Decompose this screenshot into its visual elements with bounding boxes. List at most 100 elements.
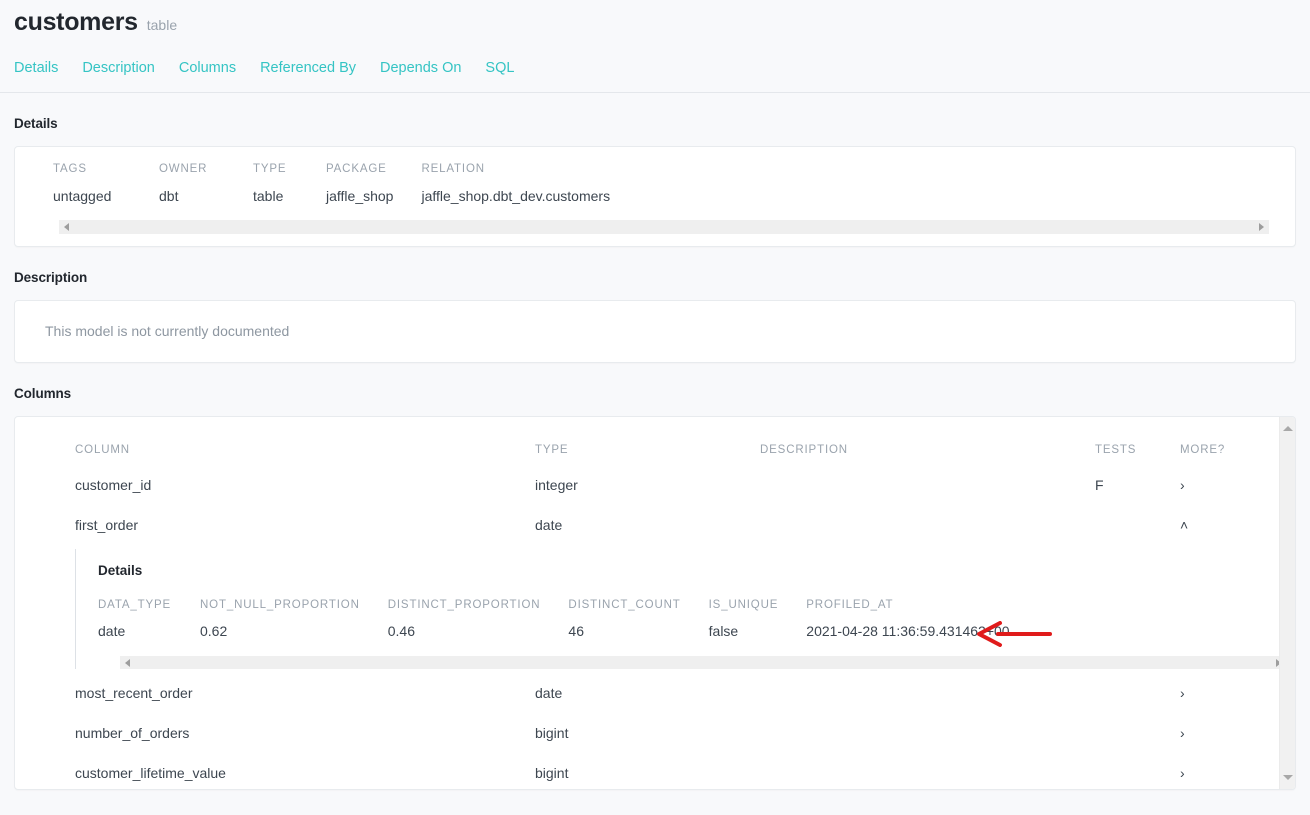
title-row: customers table (0, 10, 1310, 44)
profile-value-not-null-proportion: 0.62 (200, 623, 228, 639)
columns-table: COLUMN TYPE DESCRIPTION TESTS MORE? cust… (15, 417, 1279, 789)
profile-label-profiled-at: PROFILED_AT (806, 598, 894, 611)
page-header: customers table Details Description Colu… (0, 0, 1310, 93)
profile-field-distinct-proportion: DISTINCT_PROPORTION 0.46 (387, 598, 541, 639)
tab-referenced-by[interactable]: Referenced By (260, 61, 356, 76)
row-expand-chevron-right-icon-customer-lifetime-value[interactable]: › (1180, 753, 1279, 789)
detail-label-owner: OWNER (159, 163, 208, 175)
profile-label-is-unique: IS_UNIQUE (708, 598, 779, 611)
description-text: This model is not currently documented (45, 323, 290, 339)
scroll-right-arrow-icon[interactable] (1259, 222, 1264, 231)
row-tests-number-of-orders (1095, 713, 1180, 753)
detail-field-relation: RELATION jaffle_shop.dbt_dev.customers (421, 163, 611, 204)
detail-label-tags: TAGS (53, 163, 87, 175)
scroll-down-arrow-icon[interactable] (1282, 774, 1293, 780)
row-description-customer-lifetime-value (760, 753, 1095, 789)
detail-field-owner: OWNER dbt (159, 163, 225, 204)
details-fields: TAGS untagged OWNER dbt TYPE table PACKA… (15, 147, 1295, 204)
row-description-first-order (760, 505, 1095, 545)
column-header-description: DESCRIPTION (760, 443, 848, 456)
page-subtitle: table (146, 17, 178, 33)
row-name-first-order: first_order (75, 516, 139, 533)
detail-value-relation: jaffle_shop.dbt_dev.customers (421, 187, 611, 204)
table-row[interactable]: customer_id integer F › (15, 465, 1279, 505)
detail-field-package: PACKAGE jaffle_shop (326, 163, 394, 204)
row-type-most-recent-order: date (535, 685, 563, 701)
table-row[interactable]: customer_lifetime_value bigint › (15, 753, 1279, 789)
column-profile-panel: Details DATA_TYPE date NOT_NULL_PROPORTI… (75, 548, 1279, 669)
column-header-type: TYPE (535, 443, 569, 456)
tab-bar: Details Description Columns Referenced B… (0, 44, 1310, 80)
expanded-detail-row: Details DATA_TYPE date NOT_NULL_PROPORTI… (15, 545, 1279, 674)
row-type-customer-id: integer (535, 476, 578, 493)
profile-value-data-type: date (98, 623, 126, 639)
profile-value-distinct-proportion: 0.46 (387, 623, 415, 639)
profile-horizontal-scrollbar[interactable] (120, 655, 1279, 669)
row-type-customer-lifetime-value: bigint (535, 765, 569, 781)
detail-field-tags: TAGS untagged (53, 163, 131, 204)
detail-value-package: jaffle_shop (326, 187, 394, 204)
columns-vertical-scrollbar[interactable] (1279, 416, 1295, 789)
row-expand-chevron-right-icon-most-recent-order[interactable]: › (1180, 673, 1279, 713)
profile-label-not-null-proportion: NOT_NULL_PROPORTION (200, 598, 360, 611)
profile-label-distinct-count: DISTINCT_COUNT (568, 598, 681, 611)
table-row[interactable]: number_of_orders bigint › (15, 713, 1279, 753)
row-type-first-order: date (535, 516, 563, 533)
detail-label-package: PACKAGE (326, 163, 387, 175)
profile-field-distinct-count: DISTINCT_COUNT 46 (568, 598, 681, 639)
columns-card: COLUMN TYPE DESCRIPTION TESTS MORE? cust… (14, 415, 1296, 790)
table-row[interactable]: most_recent_order date › (15, 673, 1279, 713)
profile-value-is-unique: false (708, 623, 739, 639)
row-description-most-recent-order (760, 673, 1095, 713)
row-expand-chevron-right-icon-customer-id[interactable]: › (1180, 465, 1279, 505)
column-profile-title: Details (98, 562, 143, 578)
column-header-more: MORE? (1180, 443, 1226, 456)
tab-description[interactable]: Description (82, 61, 155, 76)
profile-field-not-null-proportion: NOT_NULL_PROPORTION 0.62 (200, 598, 360, 639)
profile-label-data-type: DATA_TYPE (98, 598, 172, 611)
profile-value-distinct-count: 46 (568, 623, 584, 639)
tab-depends-on[interactable]: Depends On (380, 61, 461, 76)
row-name-number-of-orders: number_of_orders (75, 725, 190, 741)
scroll-up-arrow-icon[interactable] (1282, 425, 1293, 431)
tab-sql[interactable]: SQL (485, 61, 514, 76)
detail-field-type: TYPE table (253, 163, 298, 204)
columns-table-header-row: COLUMN TYPE DESCRIPTION TESTS MORE? (15, 417, 1279, 465)
row-expand-chevron-right-icon-number-of-orders[interactable]: › (1180, 713, 1279, 753)
profile-label-distinct-proportion: DISTINCT_PROPORTION (387, 598, 541, 611)
row-name-customer-lifetime-value: customer_lifetime_value (75, 765, 226, 781)
profile-scroll-left-arrow-icon[interactable] (125, 658, 130, 667)
profile-value-profiled-at: 2021-04-28 11:36:59.431462+00 (806, 623, 1010, 639)
detail-value-type: table (253, 187, 284, 204)
column-header-name: COLUMN (75, 443, 130, 456)
details-section-title: Details (14, 116, 58, 131)
detail-value-tags: untagged (53, 187, 112, 204)
columns-section-title: Columns (14, 385, 72, 401)
columns-section: Columns COLUMN TYPE DESCRIPTION TESTS MO… (0, 363, 1310, 790)
detail-value-owner: dbt (159, 187, 179, 204)
table-row[interactable]: first_order date ˄ (15, 505, 1279, 545)
tab-columns[interactable]: Columns (179, 61, 236, 76)
column-header-tests: TESTS (1095, 443, 1137, 456)
details-section: Details TAGS untagged OWNER dbt TYPE tab… (0, 93, 1310, 247)
columns-scroll-viewport: COLUMN TYPE DESCRIPTION TESTS MORE? cust… (15, 417, 1279, 789)
row-tests-customer-lifetime-value (1095, 753, 1180, 789)
profile-field-data-type: DATA_TYPE date (98, 598, 172, 639)
expanded-detail-cell: Details DATA_TYPE date NOT_NULL_PROPORTI… (15, 545, 1279, 674)
row-description-customer-id (760, 465, 1095, 505)
row-tests-first-order (1095, 505, 1180, 545)
details-card: TAGS untagged OWNER dbt TYPE table PACKA… (14, 146, 1296, 247)
scroll-left-arrow-icon[interactable] (64, 222, 69, 231)
description-section-title: Description (14, 269, 88, 285)
row-name-most-recent-order: most_recent_order (75, 685, 193, 701)
detail-label-relation: RELATION (421, 163, 485, 175)
row-tests-customer-id: F (1095, 476, 1104, 493)
description-card: This model is not currently documented (14, 299, 1296, 363)
detail-label-type: TYPE (253, 163, 287, 175)
details-horizontal-scrollbar[interactable] (59, 218, 1269, 234)
row-collapse-chevron-up-icon-first-order[interactable]: ˄ (1180, 505, 1279, 545)
page-title: customers (14, 8, 138, 36)
tab-details[interactable]: Details (14, 61, 58, 76)
profile-field-is-unique: IS_UNIQUE false (708, 598, 779, 639)
description-section: Description This model is not currently … (0, 247, 1310, 363)
